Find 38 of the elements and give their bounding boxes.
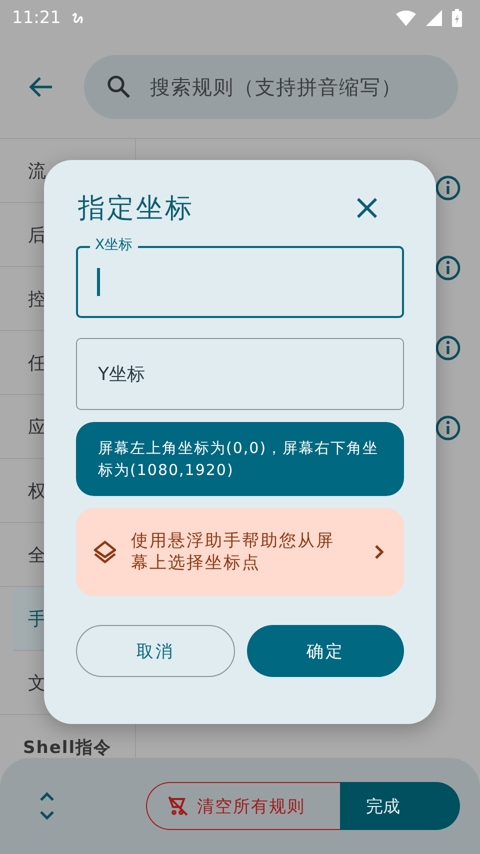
chevron-right-icon [374,544,384,560]
sidebar-item[interactable]: 任 [28,350,46,374]
text-cursor [97,268,100,296]
layers-icon [92,539,118,565]
expand-collapse-icon[interactable] [37,791,57,821]
sidebar-item[interactable]: Shell指令 [23,736,112,758]
search-icon [106,74,132,100]
crossed-cart-icon [167,795,189,817]
wifi-icon [396,10,416,26]
sidebar-item[interactable]: 应 [28,414,46,438]
clear-all-button[interactable]: 清空所有规则 [146,782,340,830]
back-arrow-icon[interactable] [28,76,54,98]
sidebar-item[interactable]: 全 [28,542,46,566]
dialog-title: 指定坐标 [78,192,194,226]
confirm-button[interactable]: 确定 [247,625,404,677]
battery-icon [452,9,462,27]
search-field[interactable]: 搜索规则（支持拼音缩写） [84,55,458,119]
cancel-button[interactable]: 取消 [76,625,235,677]
info-icon[interactable] [435,175,461,201]
close-icon[interactable] [355,196,379,220]
field-label: X坐标 [90,236,138,254]
info-icon[interactable] [435,415,461,441]
floating-assistant-button[interactable]: 使用悬浮助手帮助您从屏幕上选择坐标点 [76,508,404,596]
sidebar-item[interactable]: 后 [28,222,46,246]
info-note: 屏幕左上角坐标为(0,0)，屏幕右下角坐标为(1080,1920) [76,422,404,496]
info-icon[interactable] [435,255,461,281]
coordinate-input-field[interactable]: Y坐标 [76,338,404,410]
sidebar-item[interactable]: 权 [28,478,46,502]
sidebar-item[interactable]: 手 [28,606,46,630]
info-icon[interactable] [435,335,461,361]
squiggle-icon [71,10,85,26]
sidebar-item[interactable]: 流 [28,158,46,182]
signal-icon [426,10,442,26]
sidebar-item[interactable]: 文 [28,670,46,694]
clock-time: 11:21 [12,8,61,28]
coordinate-input-field[interactable]: X坐标 [76,236,404,318]
done-button[interactable]: 完成 [340,782,460,830]
field-label: Y坐标 [98,363,145,386]
